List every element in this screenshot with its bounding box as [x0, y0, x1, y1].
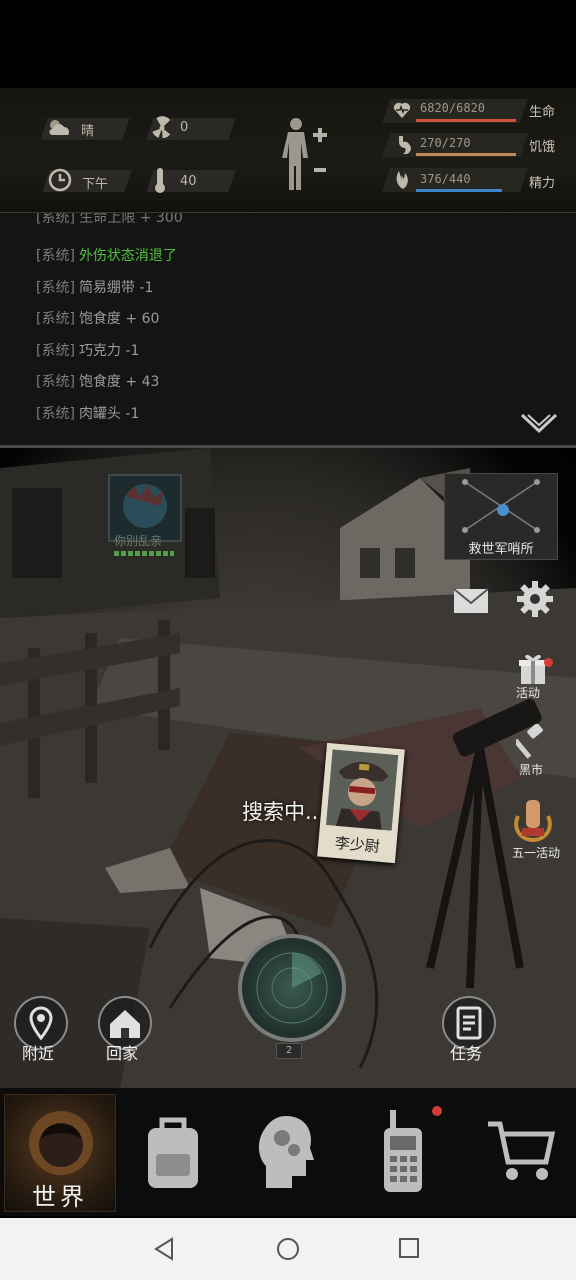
radar-scanner[interactable]: [238, 934, 346, 1042]
world-scene[interactable]: 你别乱亲 救世军哨所 活动 黑市 五一活动 搜索中... 李少尉 2 附近 回家…: [0, 448, 576, 1088]
log-line: [系统] 饱食度 + 60: [36, 308, 159, 328]
tab-skills[interactable]: [232, 1094, 342, 1210]
radar-count: 2: [276, 1043, 302, 1059]
tab-world[interactable]: 世界: [4, 1094, 116, 1212]
tab-radio[interactable]: [348, 1094, 458, 1210]
nearby-label[interactable]: 附近: [22, 1040, 54, 1064]
hunger-label: 饥饿: [529, 140, 556, 155]
may-day-label[interactable]: 五一活动: [512, 844, 560, 861]
home-circle-icon[interactable]: [276, 1237, 300, 1261]
log-line-tag: [系统]: [36, 342, 75, 359]
back-triangle-icon[interactable]: [152, 1237, 176, 1261]
log-line-tag: [系统]: [36, 374, 75, 390]
hunger-fill: [416, 153, 516, 156]
radio-notification-dot: [432, 1106, 442, 1116]
location-map[interactable]: 救世军哨所: [444, 473, 558, 560]
log-line: [系统] 外伤状态消退了: [36, 245, 177, 265]
activity-notification-dot: [544, 658, 553, 667]
black-market-label[interactable]: 黑市: [519, 761, 543, 778]
system-nav-bar: [0, 1218, 576, 1280]
home-label[interactable]: 回家: [106, 1040, 138, 1064]
map-crosshair-icon: [462, 479, 540, 533]
character-name: 李少尉: [334, 833, 381, 856]
body-status-button[interactable]: [280, 116, 340, 196]
quest-label[interactable]: 任务: [450, 1040, 482, 1064]
hunger-text: 270/270: [420, 136, 471, 150]
bottom-tab-bar: 世界: [0, 1088, 576, 1216]
log-line: [系统] 简易绷带 -1: [36, 277, 153, 297]
log-line: [系统] 饱食度 + 43: [36, 371, 159, 391]
tab-shop[interactable]: [462, 1094, 572, 1210]
tab-backpack[interactable]: [118, 1094, 228, 1210]
npc-avatar-icon: [123, 484, 167, 528]
log-line: [系统] 肉罐头 -1: [36, 403, 139, 423]
log-line-tag: [系统]: [36, 279, 75, 296]
log-line: [系统] 巧克力 -1: [36, 340, 139, 360]
auction-hammer-icon[interactable]: [516, 724, 548, 760]
log-line-message: 巧克力 -1: [78, 342, 140, 359]
player-avatar-icon: [29, 1111, 93, 1175]
settings-gear-icon[interactable]: [516, 580, 554, 618]
backpack-icon: [148, 1117, 198, 1188]
time-value: 下午: [82, 177, 109, 192]
health-label: 生命: [529, 105, 556, 120]
thermometer-icon: [155, 168, 165, 193]
log-line-message: 简易绷带 -1: [78, 279, 154, 296]
searching-status: 搜索中...: [242, 800, 326, 824]
recents-square-icon[interactable]: [398, 1237, 420, 1259]
log-line-message: 外伤状态消退了: [78, 248, 177, 264]
radiation-icon: [152, 116, 171, 139]
log-line-tag: [系统]: [36, 405, 75, 422]
activity-label[interactable]: 活动: [516, 684, 540, 701]
health-text: 6820/6820: [420, 101, 486, 115]
health-fill: [416, 119, 516, 122]
walkie-talkie-icon: [384, 1110, 422, 1192]
radiation-value: 0: [180, 120, 189, 135]
shopping-cart-icon: [488, 1121, 556, 1180]
log-line-message: 肉罐头 -1: [78, 405, 140, 422]
stomach-icon: [399, 136, 411, 155]
clock-icon: [48, 168, 72, 192]
energy-bolt-icon: [396, 171, 408, 189]
character-card[interactable]: 李少尉: [317, 742, 405, 864]
log-line-message: 饱食度 + 43: [78, 374, 160, 390]
soldier-portrait-icon: [325, 749, 399, 831]
collapse-chevron-icon[interactable]: [520, 411, 558, 437]
temperature-value: 40: [180, 174, 197, 189]
log-line-tag: [系统]: [36, 311, 75, 327]
tab-world-label: 世界: [32, 1183, 88, 1211]
system-log[interactable]: [系统] 生命上限 + 300 [系统] 外伤状态消退了 [系统] 简易绷带 -1 [系…: [0, 213, 576, 445]
radar-sweep-icon: [256, 952, 328, 1024]
energy-text: 376/440: [420, 172, 471, 186]
status-header: 晴 0 下午 40 6820/6820 生命 270/270 饥饿 376/44…: [0, 88, 576, 213]
npc-name: 你别乱亲: [114, 534, 163, 548]
mail-icon[interactable]: [453, 588, 489, 614]
energy-fill: [416, 189, 502, 192]
may-day-fist-icon[interactable]: [512, 796, 554, 842]
energy-label: 精力: [529, 176, 556, 191]
head-gears-icon: [258, 1116, 314, 1188]
location-name: 救世军哨所: [468, 542, 534, 557]
weather-sun-cloud-icon: [49, 120, 69, 135]
weather-value: 晴: [81, 124, 95, 139]
gift-icon[interactable]: [518, 652, 548, 686]
log-line-message: 饱食度 + 60: [78, 311, 160, 327]
npc-health-bar: [114, 551, 174, 556]
log-line-partial: [系统] 生命上限 + 300: [36, 213, 183, 226]
log-line-tag: [系统]: [36, 248, 75, 264]
heart-icon: [393, 102, 411, 118]
